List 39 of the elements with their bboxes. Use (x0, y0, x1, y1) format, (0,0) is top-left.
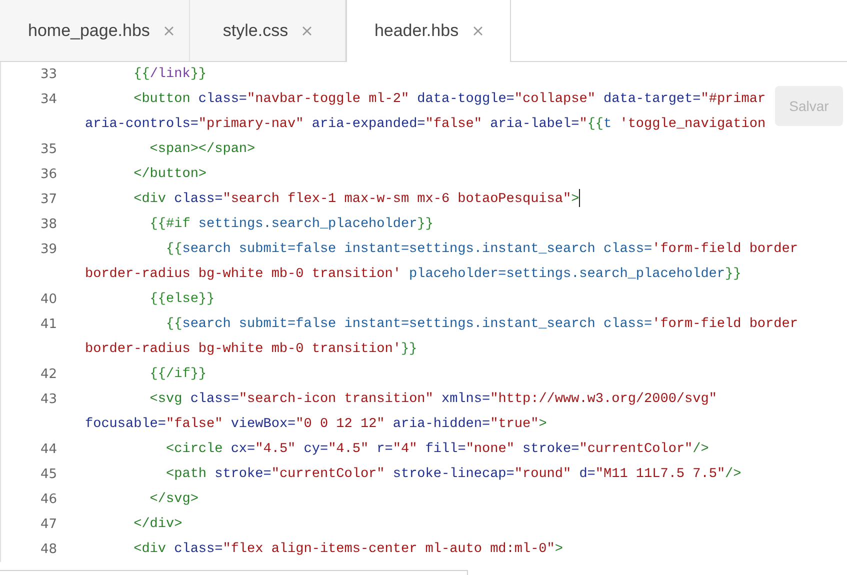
line-number: 43 (39, 391, 57, 409)
code-line: {{#if settings.search_placeholder}} (148, 216, 434, 234)
code-line: <div class="flex align-items-center ml-auto md:ml-0"> (132, 541, 563, 559)
code-line: focusable="false" viewBox="0 0 12 12" aria-hidden="true"> (85, 416, 548, 434)
code-line: {{else}} (148, 291, 215, 309)
code-line: <span></span> (148, 141, 256, 159)
code-line: border-radius bg-white mb-0 transition' placeholder=settings.search_placeholder}} (85, 266, 742, 284)
code-line: {{search submit=false instant=settings.instant_search class='form-field border (165, 241, 798, 259)
code-line: {{/link}} (132, 66, 207, 84)
line-number: 42 (39, 366, 57, 384)
code-line: <circle cx="4.5" cy="4.5" r="4" fill="none" stroke="currentColor"/> (165, 441, 709, 459)
code-line: <button class="navbar-toggle ml-2" data-toggle="collapse" data-target="#primar (132, 91, 766, 109)
code-line: <svg class="search-icon transition" xmlns="http://www.w3.org/2000/svg" (148, 391, 717, 409)
line-number: 33 (39, 66, 57, 84)
code-line: border-radius bg-white mb-0 transition'}} (85, 341, 418, 359)
code-line: </button> (132, 166, 207, 184)
code-line: <path stroke="currentColor" stroke-linecap="round" d="M11 11L7.5 7.5"/> (165, 466, 742, 484)
line-number: 36 (39, 166, 57, 184)
line-number: 40 (39, 291, 57, 309)
line-number: 47 (39, 516, 57, 534)
code-line: </svg> (148, 491, 198, 509)
line-number: 45 (39, 466, 57, 484)
line-number: 48 (39, 541, 57, 559)
line-number: 46 (39, 491, 57, 509)
line-number: 44 (39, 441, 57, 459)
code-line: {{/if}} (148, 366, 207, 384)
file-tab[interactable]: style.css (190, 0, 346, 61)
code-line: aria-controls="primary-nav" aria-expanded="false" aria-label="{{t 'toggle_navigation (85, 116, 766, 134)
code-line: {{search submit=false instant=settings.instant_search class='form-field border (165, 316, 798, 334)
file-tab[interactable]: home_page.hbs (0, 0, 190, 61)
line-number: 35 (39, 141, 57, 159)
line-number: 34 (39, 91, 57, 109)
line-number: 39 (39, 241, 57, 259)
line-number: 38 (39, 216, 57, 234)
line-number: 37 (39, 191, 57, 209)
code-line: <div class="search flex-1 max-w-sm mx-6 botaoPesquisa"> (85, 187, 580, 212)
code-line: </div> (132, 516, 182, 534)
file-tab[interactable]: header.hbs (346, 0, 511, 62)
line-number: 41 (39, 316, 57, 334)
